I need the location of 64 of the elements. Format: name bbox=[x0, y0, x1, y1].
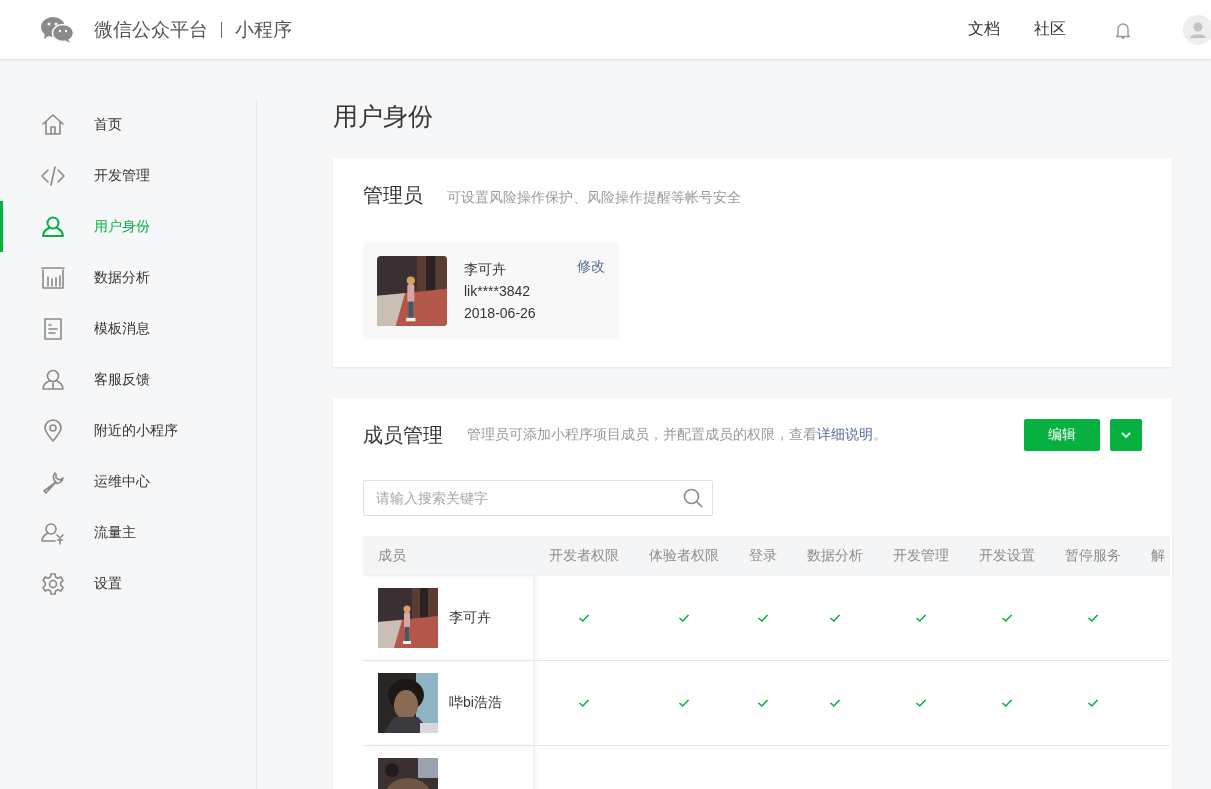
sidebar-item[interactable]: 模板消息 bbox=[0, 303, 256, 354]
admin-account: lik****3842 bbox=[464, 282, 532, 301]
sidebar-item[interactable]: 客服反馈 bbox=[0, 354, 256, 405]
settings-icon bbox=[41, 571, 65, 596]
check-icon bbox=[829, 698, 841, 708]
nav-link[interactable]: 文档 bbox=[968, 19, 1000, 40]
chat-bubbles-icon bbox=[40, 15, 74, 44]
sidebar-item[interactable]: 数据分析 bbox=[0, 252, 256, 303]
page-title: 用户身份 bbox=[333, 101, 434, 131]
sidebar-item[interactable]: 设置 bbox=[0, 558, 256, 609]
check-icon bbox=[1001, 698, 1013, 708]
check-icon bbox=[577, 613, 590, 623]
check-icon bbox=[757, 613, 769, 623]
admin-date: 2018-06-26 bbox=[464, 304, 536, 323]
home-icon bbox=[41, 112, 65, 137]
nav-link[interactable]: 社区 bbox=[1034, 19, 1066, 40]
edit-link[interactable]: 修改 bbox=[577, 256, 605, 276]
column-header: 体验者权限 bbox=[634, 536, 734, 576]
user-yen-icon bbox=[41, 520, 65, 545]
search-field[interactable]: 请输入搜索关键字 bbox=[363, 480, 713, 516]
person-icon bbox=[41, 367, 65, 392]
column-header: 数据分析 bbox=[792, 536, 878, 576]
check-icon bbox=[915, 698, 927, 708]
brand-title: 微信公众平台 bbox=[94, 17, 208, 42]
card-description: 管理员可添加小程序项目成员，并配置成员的权限，查看详细说明。 bbox=[467, 426, 887, 444]
product-title: 小程序 bbox=[235, 17, 292, 42]
card-description: 可设置风险操作保护、风险操作提醒等帐号安全 bbox=[447, 189, 741, 207]
column-header: 解 bbox=[1136, 536, 1170, 576]
details-link[interactable]: 详细说明 bbox=[817, 426, 873, 442]
check-icon bbox=[678, 698, 690, 708]
column-header: 登录 bbox=[734, 536, 792, 576]
check-icon bbox=[757, 698, 769, 708]
column-header: 开发设置 bbox=[964, 536, 1050, 576]
search-icon bbox=[683, 488, 703, 508]
check-icon bbox=[1087, 698, 1099, 708]
avatar-icon[interactable] bbox=[1183, 14, 1211, 45]
bar-chart-icon bbox=[41, 265, 65, 290]
check-icon bbox=[577, 698, 590, 708]
card-title: 管理员 bbox=[363, 183, 423, 208]
check-icon bbox=[1001, 613, 1013, 623]
column-header: 成员 bbox=[363, 536, 533, 576]
wrench-icon bbox=[41, 469, 65, 494]
check-icon bbox=[829, 613, 841, 623]
location-pin-icon bbox=[41, 418, 65, 443]
dropdown-button[interactable] bbox=[1110, 419, 1142, 451]
code-icon bbox=[41, 163, 65, 188]
check-icon bbox=[1087, 613, 1099, 623]
column-header: 开发管理 bbox=[878, 536, 964, 576]
card-title: 成员管理 bbox=[363, 422, 443, 448]
member-name: 哔bi浩浩 bbox=[449, 694, 502, 712]
column-header: 开发者权限 bbox=[533, 536, 634, 576]
sidebar-item[interactable]: 流量主 bbox=[0, 507, 256, 558]
sidebar-item[interactable]: 运维中心 bbox=[0, 456, 256, 507]
check-icon bbox=[678, 613, 690, 623]
check-icon bbox=[915, 613, 927, 623]
user-icon bbox=[41, 214, 65, 239]
column-header: 暂停服务 bbox=[1050, 536, 1136, 576]
caret-icon bbox=[1120, 431, 1132, 439]
sidebar-item[interactable]: 附近的小程序 bbox=[0, 405, 256, 456]
admin-name: 李可卉 bbox=[464, 260, 507, 279]
sidebar-item[interactable]: 首页 bbox=[0, 99, 256, 150]
document-icon bbox=[41, 316, 65, 341]
sidebar-item[interactable]: 开发管理 bbox=[0, 150, 256, 201]
member-name: 李可卉 bbox=[449, 609, 491, 627]
